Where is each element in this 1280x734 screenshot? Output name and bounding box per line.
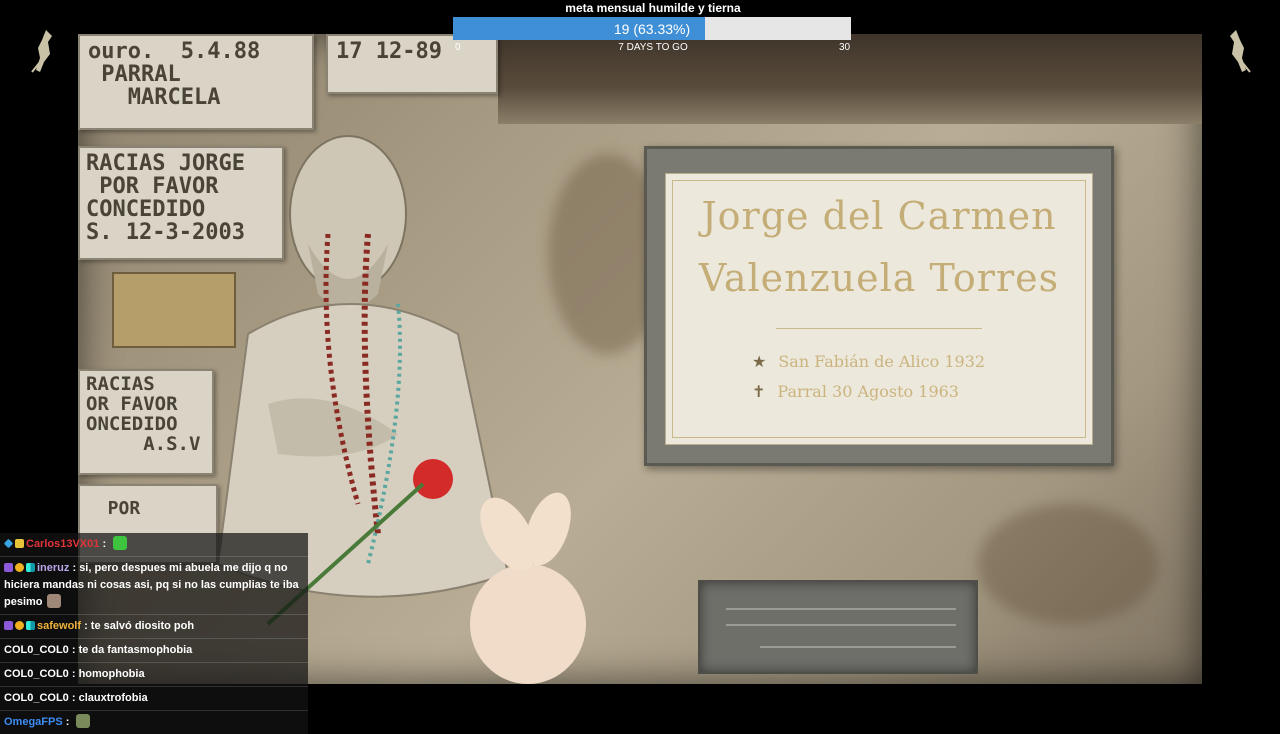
chat-username[interactable]: COL0_COL0: [4, 668, 69, 680]
grid-badge-icon: [26, 621, 35, 630]
chat-username[interactable]: OmegaFPS: [4, 716, 63, 728]
cross-icon: ✝: [752, 382, 766, 401]
chat-username[interactable]: COL0_COL0: [4, 644, 69, 656]
chat-message: COL0_COL0 : te da fantasmophobia: [0, 638, 308, 662]
purple-badge-icon: [4, 621, 13, 630]
green-emote-icon: [113, 536, 128, 550]
small-plaque: [698, 580, 978, 674]
bird-ornament-icon: [31, 30, 52, 73]
goal-progress-text: 19 (63.33%): [613, 21, 691, 37]
crown-badge-icon: [15, 539, 24, 548]
memorial-plaque-frame: Jorge del Carmen Valenzuela Torres ★ San …: [644, 146, 1114, 466]
pepe-emote-icon: [76, 714, 91, 728]
star-icon: ★: [752, 352, 767, 371]
chat-username[interactable]: ineruz: [37, 562, 69, 574]
goal-time-remaining: 7 DAYS TO GO: [618, 42, 688, 53]
wall-stain: [978, 504, 1158, 624]
chat-text: homophobia: [78, 668, 145, 680]
thanks-sign-2: RACIAS OR FAVOR ONCEDIDO A.S.V: [78, 369, 214, 475]
purple-badge-icon: [4, 563, 13, 572]
plaque-name-line2: Valenzuela Torres: [698, 256, 1060, 300]
chat-username[interactable]: safewolf: [37, 620, 81, 632]
chat-text: te da fantasmophobia: [78, 644, 193, 656]
chat-username[interactable]: Carlos13VX01: [26, 538, 99, 550]
chat-text: te salvó diosito poh: [90, 620, 195, 632]
chat-message: COL0_COL0 : homophobia: [0, 662, 308, 686]
goal-title: meta mensual humilde y tierna: [565, 1, 741, 15]
chat-message: Carlos13VX01 :: [0, 533, 308, 556]
chat-overlay: Carlos13VX01 : ineruz : si, pero despues…: [0, 533, 308, 734]
bird-ornament-icon: [1230, 30, 1251, 73]
goal-max-label: 30: [839, 42, 851, 53]
plaque-birth: ★ San Fabián de Alico 1932: [752, 352, 986, 371]
coin-badge-icon: [15, 563, 24, 572]
coin-badge-icon: [15, 621, 24, 630]
chat-message: ineruz : si, pero despues mi abuela me d…: [0, 556, 308, 614]
chat-message: safewolf : te salvó diosito poh: [0, 614, 308, 638]
goal-progress-bar: 19 (63.33%): [453, 17, 851, 40]
chat-username[interactable]: COL0_COL0: [4, 692, 69, 704]
chat-message: COL0_COL0 : clauxtrofobia: [0, 686, 308, 710]
plaque-name-line1: Jorge del Carmen: [701, 194, 1057, 238]
grid-badge-icon: [26, 563, 35, 572]
plaque-death: ✝ Parral 30 Agosto 1963: [752, 382, 959, 401]
chat-text: clauxtrofobia: [78, 692, 148, 704]
memorial-plaque: Jorge del Carmen Valenzuela Torres ★ San …: [665, 173, 1093, 445]
face-emote-icon: [46, 594, 61, 608]
cube-badge-icon: [3, 538, 14, 549]
chat-message: OmegaFPS :: [0, 710, 308, 734]
